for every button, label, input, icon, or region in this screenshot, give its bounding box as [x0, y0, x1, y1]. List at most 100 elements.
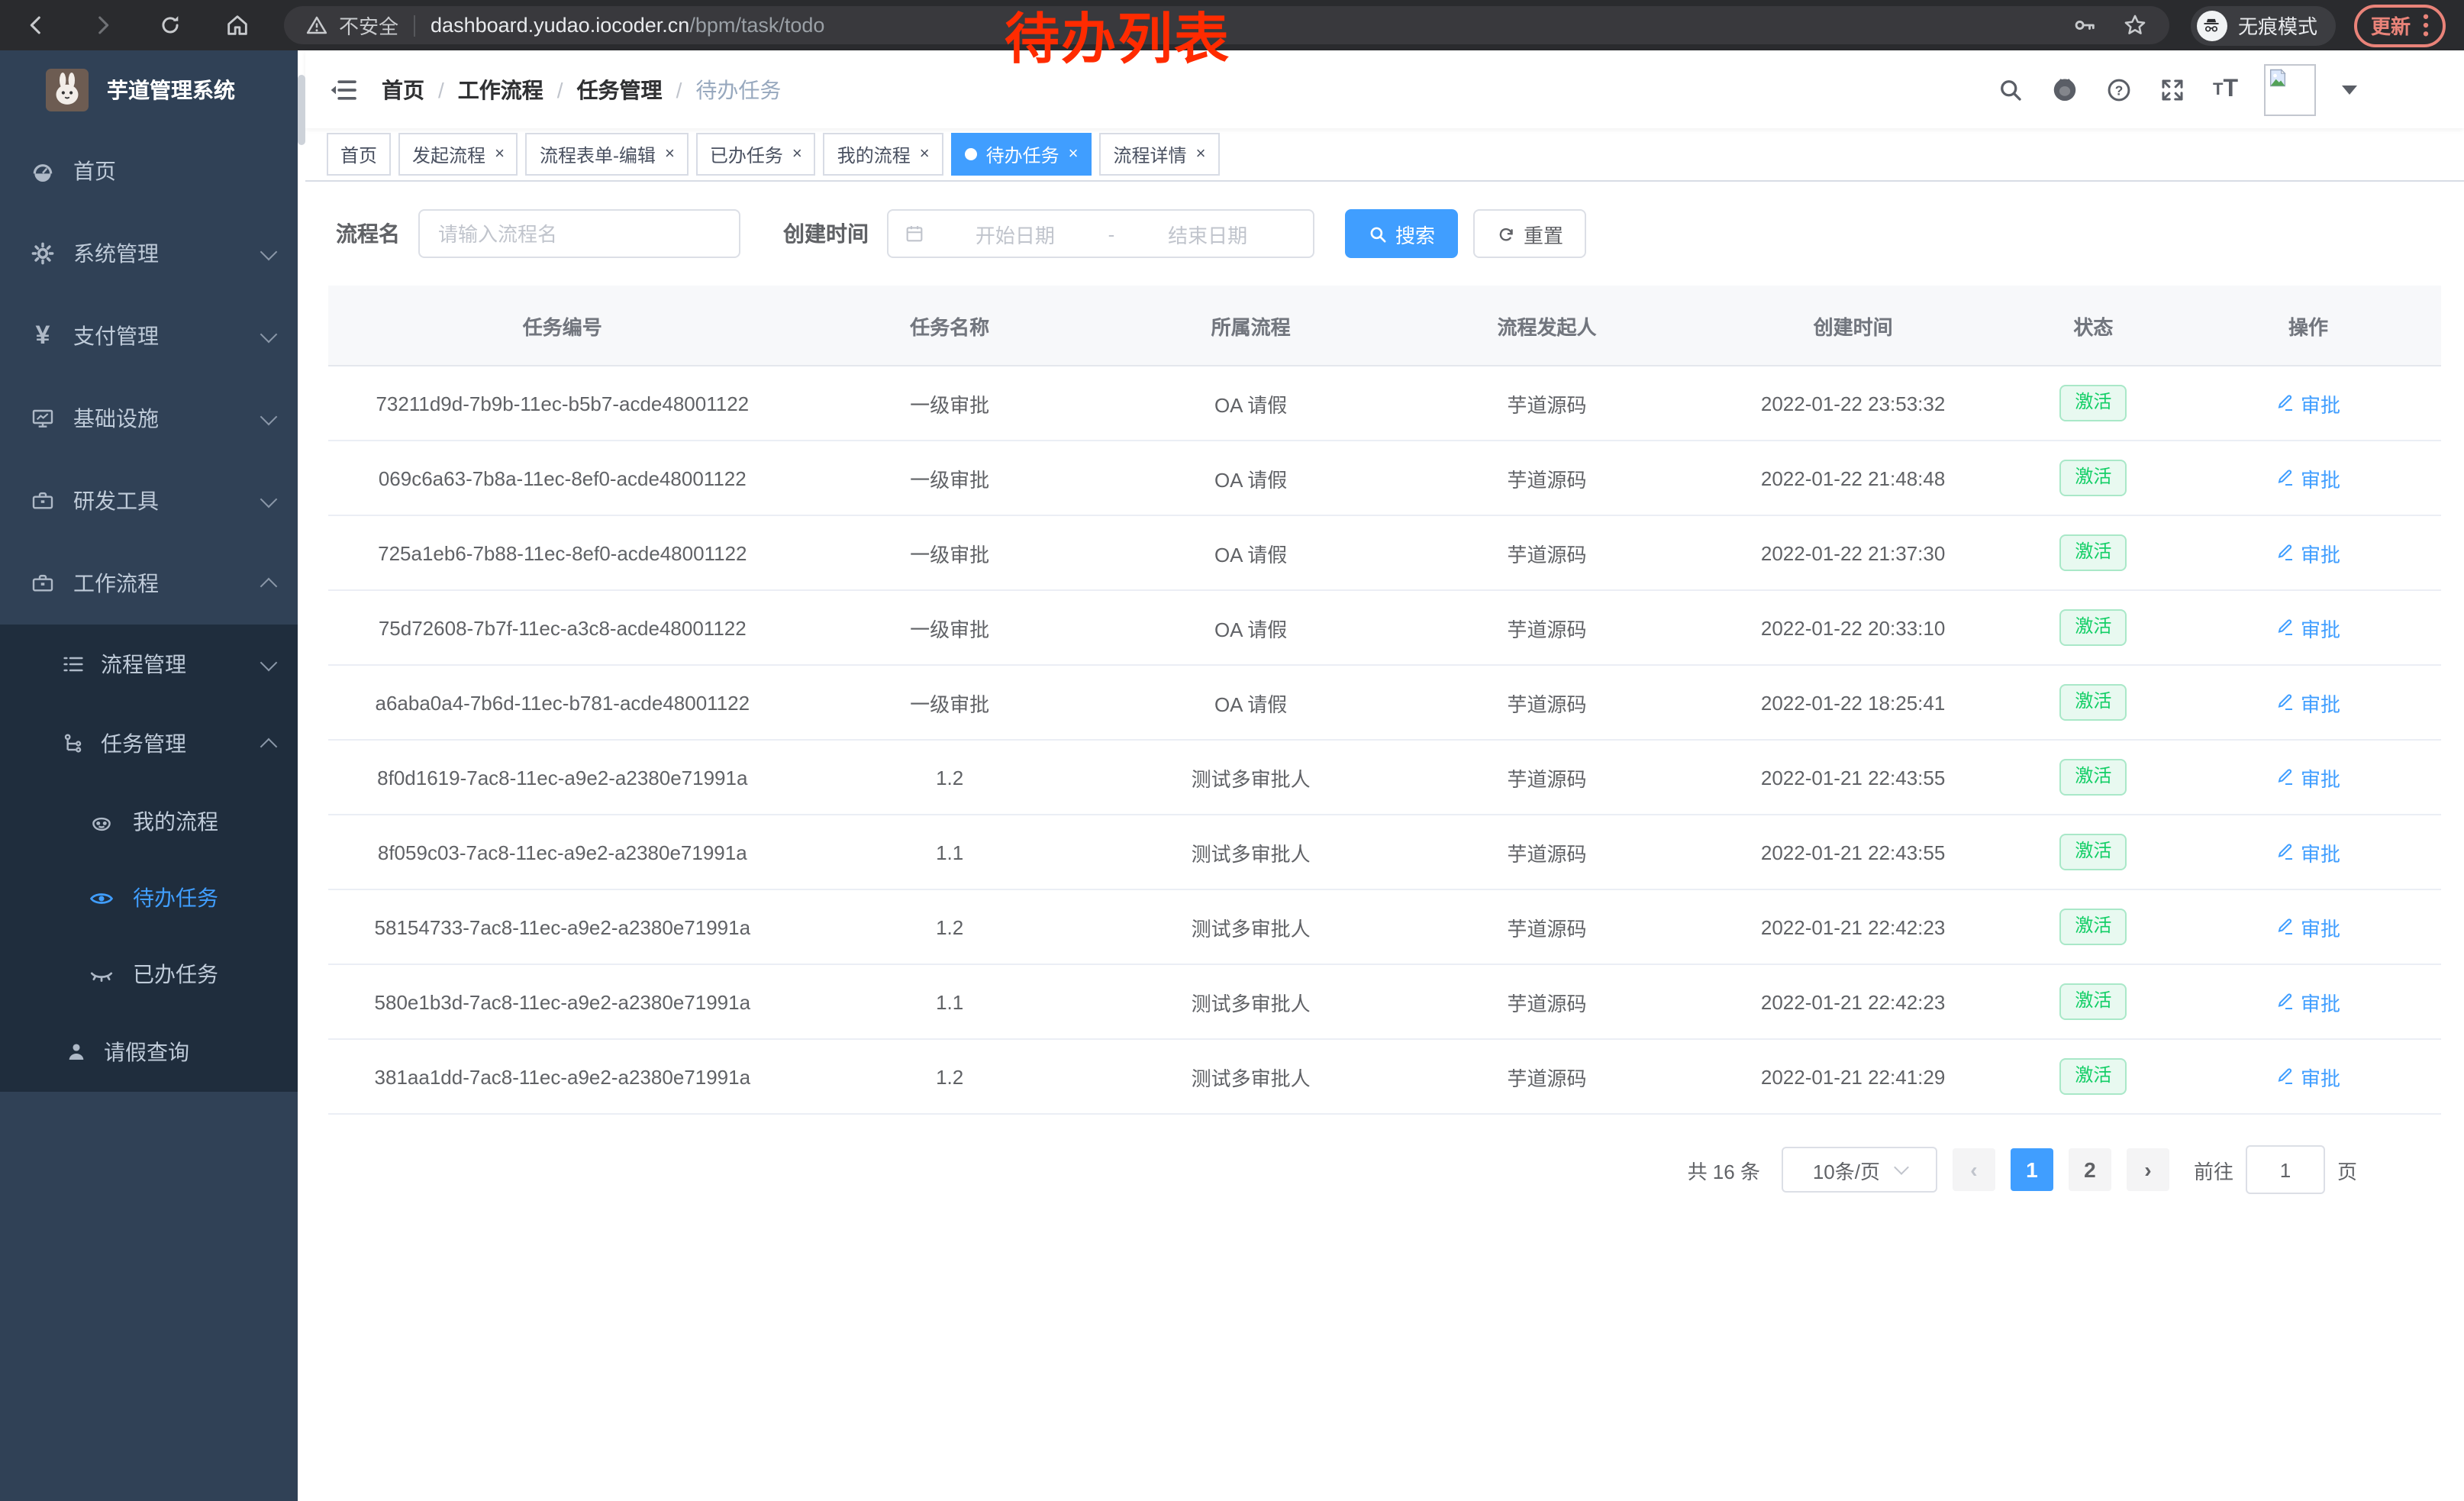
tab-process-form-edit[interactable]: 流程表单-编辑 ×: [526, 133, 689, 176]
sidebar-item-workflow[interactable]: 工作流程: [0, 542, 305, 625]
avatar-dropdown-caret[interactable]: [2342, 85, 2357, 94]
cell-created: 2022-01-21 22:43:55: [1695, 841, 2011, 863]
tab-process-detail[interactable]: 流程详情 ×: [1100, 133, 1220, 176]
hamburger-icon: [328, 74, 359, 105]
close-icon[interactable]: ×: [792, 146, 802, 163]
cell-task-id: 381aa1dd-7ac8-11ec-a9e2-a2380e71991a: [328, 1065, 797, 1088]
incognito-icon: [2197, 10, 2227, 40]
edit-icon: [2276, 843, 2295, 861]
back-icon: [22, 12, 48, 38]
page-size-select[interactable]: 10条/页: [1782, 1147, 1937, 1193]
browser-update-menu-button[interactable]: 更新: [2354, 4, 2446, 47]
bookmark-star-icon[interactable]: [2122, 12, 2148, 38]
chevron-down-icon: [260, 325, 278, 343]
monitor-chart-icon: [31, 406, 55, 431]
cell-created: 2022-01-22 21:37:30: [1695, 541, 2011, 564]
sidebar-item-process-mgmt[interactable]: 流程管理: [0, 625, 305, 704]
cell-initiator: 芋道源码: [1399, 389, 1695, 418]
header-created: 创建时间: [1695, 311, 2011, 340]
avatar[interactable]: [2264, 63, 2316, 115]
collapse-sidebar-button[interactable]: [318, 63, 369, 115]
process-name-input[interactable]: [418, 209, 740, 258]
password-key-icon[interactable]: [2072, 12, 2098, 38]
start-date-placeholder: 开始日期: [925, 219, 1105, 248]
approve-link[interactable]: 审批: [2276, 613, 2340, 642]
approve-link[interactable]: 审批: [2276, 389, 2340, 418]
list-icon: [61, 652, 85, 676]
user-icon: [64, 1040, 89, 1064]
goto-label: 前往: [2194, 1155, 2233, 1184]
sidebar-item-my-process[interactable]: 我的流程: [0, 783, 305, 860]
browser-forward-button[interactable]: [82, 5, 122, 45]
page-button-2[interactable]: 2: [2069, 1148, 2111, 1191]
tab-my-process[interactable]: 我的流程 ×: [824, 133, 943, 176]
url-host: dashboard.yudao.iocoder.cn: [431, 14, 689, 37]
goto-page-input[interactable]: [2246, 1145, 2325, 1194]
browser-home-button[interactable]: [217, 5, 256, 45]
close-icon[interactable]: ×: [920, 146, 930, 163]
sidebar-item-task-mgmt[interactable]: 任务管理: [0, 704, 305, 783]
cell-initiator: 芋道源码: [1399, 538, 1695, 567]
approve-link[interactable]: 审批: [2276, 912, 2340, 941]
sidebar-item-dev[interactable]: 研发工具: [0, 460, 305, 542]
approve-link[interactable]: 审批: [2276, 538, 2340, 567]
cell-created: 2022-01-22 18:25:41: [1695, 691, 2011, 714]
approve-link[interactable]: 审批: [2276, 1062, 2340, 1091]
tab-done-task[interactable]: 已办任务 ×: [696, 133, 816, 176]
tab-home[interactable]: 首页: [327, 133, 391, 176]
forward-icon: [89, 12, 115, 38]
next-page-button[interactable]: ›: [2127, 1148, 2169, 1191]
search-button[interactable]: 搜索: [1345, 209, 1458, 258]
cell-process: 测试多审批人: [1103, 987, 1399, 1016]
cell-status: 激活: [2011, 759, 2175, 795]
font-size-icon[interactable]: TT: [2213, 76, 2238, 103]
smiley-face-icon: [89, 809, 114, 834]
browser-back-button[interactable]: [15, 5, 55, 45]
status-badge: 激活: [2059, 385, 2127, 421]
sidebar-item-leave-query[interactable]: 请假查询: [0, 1012, 305, 1092]
chevron-up-icon: [260, 577, 278, 595]
broken-image-icon: [2267, 66, 2288, 88]
close-icon[interactable]: ×: [1196, 146, 1206, 163]
cell-initiator: 芋道源码: [1399, 1062, 1695, 1091]
approve-link[interactable]: 审批: [2276, 688, 2340, 717]
search-icon[interactable]: [1998, 76, 2025, 103]
browser-reload-button[interactable]: [150, 5, 189, 45]
date-range-picker[interactable]: 开始日期 - 结束日期: [887, 209, 1314, 258]
help-icon[interactable]: ?: [2106, 76, 2133, 103]
sidebar-item-done-task[interactable]: 已办任务: [0, 936, 305, 1012]
page-button-1[interactable]: 1: [2011, 1148, 2053, 1191]
cell-created: 2022-01-21 22:43:55: [1695, 766, 2011, 789]
reset-button[interactable]: 重置: [1473, 209, 1586, 258]
breadcrumb-home[interactable]: 首页: [382, 74, 424, 105]
close-icon[interactable]: ×: [1069, 146, 1079, 163]
cell-process: 测试多审批人: [1103, 912, 1399, 941]
breadcrumb-workflow[interactable]: 工作流程: [458, 74, 543, 105]
approve-link[interactable]: 审批: [2276, 463, 2340, 492]
sidebar-item-pay[interactable]: ¥ 支付管理: [0, 295, 305, 377]
breadcrumb-task-mgmt[interactable]: 任务管理: [577, 74, 663, 105]
sidebar-scrollbar-thumb[interactable]: [298, 75, 305, 145]
github-icon[interactable]: [2051, 75, 2080, 104]
sidebar-item-todo-task[interactable]: 待办任务: [0, 860, 305, 936]
range-separator: -: [1108, 222, 1115, 245]
close-icon[interactable]: ×: [495, 146, 505, 163]
sidebar-item-infra[interactable]: 基础设施: [0, 377, 305, 460]
tab-start-process[interactable]: 发起流程 ×: [398, 133, 518, 176]
prev-page-button[interactable]: ‹: [1953, 1148, 1995, 1191]
cell-action: 审批: [2175, 538, 2441, 567]
approve-link[interactable]: 审批: [2276, 987, 2340, 1016]
app-logo[interactable]: 芋道管理系统: [0, 50, 305, 130]
approve-link[interactable]: 审批: [2276, 763, 2340, 792]
page-content: 流程名 创建时间 开始日期 - 结束日期 搜索: [305, 182, 2464, 1501]
cell-process: OA 请假: [1103, 688, 1399, 717]
tab-todo-task[interactable]: 待办任务 ×: [951, 133, 1092, 176]
edit-icon: [2276, 693, 2295, 712]
fullscreen-icon[interactable]: [2159, 76, 2187, 103]
sidebar-item-home[interactable]: 首页: [0, 130, 305, 212]
approve-link[interactable]: 审批: [2276, 838, 2340, 867]
close-icon[interactable]: ×: [665, 146, 675, 163]
screen: 不安全 dashboard.yudao.iocoder.cn /bpm/task…: [0, 0, 2464, 1501]
cell-task-name: 1.1: [797, 841, 1103, 863]
sidebar-item-system[interactable]: 系统管理: [0, 212, 305, 295]
